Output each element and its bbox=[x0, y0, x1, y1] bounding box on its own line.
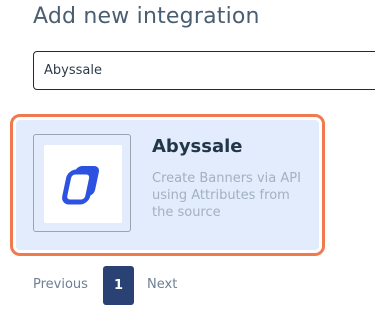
add-integration-page: Add new integration Abyssale Create Bann… bbox=[0, 0, 375, 313]
search-input[interactable] bbox=[33, 51, 375, 90]
pagination-page-1[interactable]: 1 bbox=[103, 266, 134, 305]
logo-frame bbox=[33, 134, 131, 232]
pagination-next[interactable]: Next bbox=[147, 277, 177, 292]
integration-name: Abyssale bbox=[152, 136, 243, 157]
integration-card-abyssale[interactable]: Abyssale Create Banners via API using At… bbox=[16, 120, 319, 250]
page-title: Add new integration bbox=[33, 4, 260, 29]
abyssale-logo-icon bbox=[44, 145, 122, 223]
integration-description: Create Banners via API using Attributes … bbox=[152, 171, 301, 220]
pagination-previous[interactable]: Previous bbox=[33, 277, 88, 292]
